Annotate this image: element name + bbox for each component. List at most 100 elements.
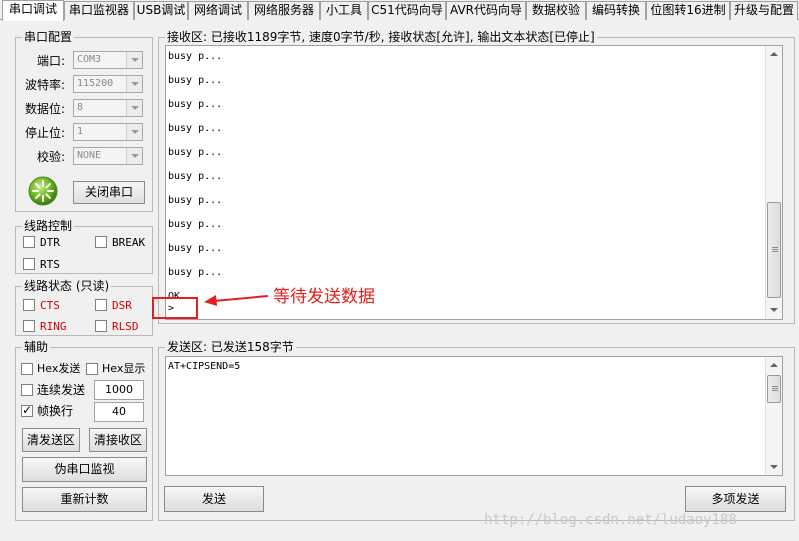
tab-bitmap-hex[interactable]: 位图转16进制 (646, 1, 730, 20)
chevron-down-icon (126, 52, 142, 68)
databits-label: 数据位: (24, 102, 65, 116)
receive-textarea[interactable]: busy p... busy p... busy p... busy p... … (165, 45, 783, 320)
hex-show-label: Hex显示 (102, 362, 146, 375)
hex-send-checkbox[interactable] (21, 363, 33, 375)
line-control-group: 线路控制 (15, 219, 153, 274)
port-label: 端口: (36, 54, 65, 68)
tab-serial-debug[interactable]: 串口调试 (2, 0, 64, 21)
send-scrollbar[interactable] (765, 357, 782, 475)
scroll-down-icon[interactable] (770, 308, 778, 312)
dtr-label: DTR (40, 236, 60, 249)
port-select[interactable]: COM3 (73, 51, 143, 69)
scroll-up-icon[interactable] (770, 52, 778, 56)
send-title: 发送区: 已发送158字节 (165, 340, 296, 354)
ring-checkbox (23, 320, 35, 332)
continuous-send-label: 连续发送 (37, 383, 86, 397)
watermark: http://blog.csdn.net/ludaoy188 (484, 512, 737, 528)
chevron-down-icon (126, 148, 142, 164)
send-scroll-thumb[interactable] (767, 375, 781, 403)
baud-select[interactable]: 115200 (73, 75, 143, 93)
receive-scrollbar[interactable] (765, 46, 782, 319)
scroll-down-icon[interactable] (770, 465, 778, 469)
cts-label: CTS (40, 299, 60, 312)
receive-line: busy p... (168, 147, 223, 158)
line-status-title: 线路状态 (只读) (22, 279, 112, 293)
tab-c51-wizard[interactable]: C51代码向导 (368, 1, 446, 20)
receive-line: busy p... (168, 75, 223, 86)
chevron-down-icon (126, 100, 142, 116)
cts-checkbox (23, 299, 35, 311)
tab-small-tools[interactable]: 小工具 (320, 1, 368, 20)
tab-network-server[interactable]: 网络服务器 (248, 1, 320, 20)
stopbits-select[interactable]: 1 (73, 123, 143, 141)
rts-checkbox[interactable] (23, 258, 35, 270)
send-textarea[interactable]: AT+CIPSEND=5 (165, 356, 783, 476)
receive-line: busy p... (168, 219, 223, 230)
rlsd-label: RLSD (112, 320, 139, 333)
annotation-highlight-box (152, 297, 198, 319)
tab-upgrade-config[interactable]: 升级与配置 (730, 1, 798, 20)
dtr-checkbox[interactable] (23, 236, 35, 248)
clear-send-button[interactable]: 清发送区 (22, 428, 80, 452)
databits-value: 8 (77, 102, 84, 113)
parity-label: 校验: (36, 150, 65, 164)
frame-wrap-checkbox[interactable] (21, 403, 33, 417)
port-value: COM3 (77, 54, 102, 65)
rts-label: RTS (40, 258, 60, 271)
rlsd-checkbox (95, 320, 107, 332)
continuous-send-checkbox[interactable] (21, 384, 33, 396)
receive-line: busy p... (168, 51, 223, 62)
line-control-title: 线路控制 (22, 219, 75, 233)
tab-network-debug[interactable]: 网络调试 (188, 1, 248, 20)
continuous-interval-input[interactable]: 1000 (94, 380, 144, 400)
break-checkbox[interactable] (95, 236, 107, 248)
dsr-label: DSR (112, 299, 132, 312)
tab-avr-wizard[interactable]: AVR代码向导 (446, 1, 526, 20)
tab-encoding[interactable]: 编码转换 (586, 1, 646, 20)
dsr-checkbox (95, 299, 107, 311)
receive-line: busy p... (168, 123, 223, 134)
receive-line: busy p... (168, 195, 223, 206)
baud-label: 波特率: (24, 78, 65, 92)
break-label: BREAK (112, 236, 146, 249)
parity-value: NONE (77, 150, 102, 161)
reset-count-label: 重新计数 (60, 492, 109, 506)
annotation-text: 等待发送数据 (273, 287, 375, 307)
receive-scroll-thumb[interactable] (767, 202, 781, 298)
tab-serial-monitor[interactable]: 串口监视器 (64, 1, 134, 20)
stopbits-label: 停止位: (24, 126, 65, 140)
receive-line: busy p... (168, 243, 223, 254)
tab-data-check[interactable]: 数据校验 (526, 1, 586, 20)
assist-title: 辅助 (22, 340, 51, 354)
serial-config-title: 串口配置 (22, 30, 75, 44)
annotation-arrow-icon (200, 288, 270, 308)
parity-select[interactable]: NONE (73, 147, 143, 165)
receive-line: busy p... (168, 171, 223, 182)
receive-line: busy p... (168, 99, 223, 110)
clear-recv-button[interactable]: 清接收区 (89, 428, 147, 452)
fake-monitor-label: 伪串口监视 (54, 462, 115, 476)
ring-label: RING (40, 320, 67, 333)
multi-send-button[interactable]: 多项发送 (685, 486, 786, 512)
tab-usb-debug[interactable]: USB调试 (134, 1, 188, 20)
clear-recv-label: 清接收区 (93, 433, 142, 447)
close-port-button[interactable]: 关闭串口 (73, 181, 145, 204)
tab-bar: 串口调试 串口监视器 USB调试 网络调试 网络服务器 小工具 C51代码向导 … (0, 0, 799, 21)
frame-wrap-input[interactable]: 40 (94, 402, 144, 422)
frame-wrap-label: 帧换行 (37, 404, 74, 418)
databits-select[interactable]: 8 (73, 99, 143, 117)
receive-title: 接收区: 已接收1189字节, 速度0字节/秒, 接收状态[允许], 输出文本状… (165, 30, 597, 44)
close-port-label: 关闭串口 (84, 185, 133, 199)
send-button[interactable]: 发送 (164, 486, 264, 512)
clear-send-label: 清发送区 (26, 433, 75, 447)
receive-line: busy p... (168, 267, 223, 278)
send-content: AT+CIPSEND=5 (168, 361, 241, 372)
scroll-up-icon[interactable] (770, 363, 778, 367)
hex-show-checkbox[interactable] (86, 363, 98, 375)
baud-value: 115200 (77, 78, 114, 89)
fake-monitor-button[interactable]: 伪串口监视 (22, 457, 147, 482)
port-status-icon[interactable] (28, 176, 58, 206)
hex-send-label: Hex发送 (37, 362, 81, 375)
reset-count-button[interactable]: 重新计数 (22, 487, 147, 512)
chevron-down-icon (126, 76, 142, 92)
